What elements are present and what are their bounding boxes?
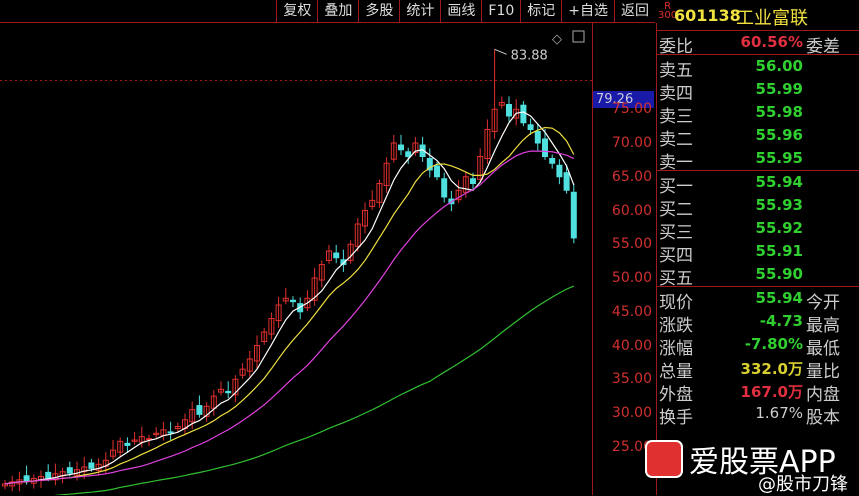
candle-body (470, 178, 476, 184)
buy-orders: 买一 55.94 买二 55.93 买三 55.92 买四 55.91 买五 55.90 (656, 171, 859, 289)
peak-pointer (494, 48, 507, 55)
candle-body (45, 471, 52, 479)
candle-body (570, 191, 577, 239)
price-axis-label: 30.00 (611, 405, 652, 421)
price-axis-label: 70.00 (611, 135, 652, 151)
candle-body (549, 158, 556, 164)
candle-body (290, 299, 296, 303)
price-axis-label: 40.00 (611, 337, 652, 354)
sell-row: 卖五 56.00 (659, 57, 803, 81)
candlestick-chart: 83.88 ◇ (0, 30, 592, 495)
candle-body (542, 138, 548, 157)
price-axis-label: 35.00 (611, 371, 652, 388)
candle-body (405, 151, 412, 157)
sell-row: 卖三 55.98 (659, 103, 803, 127)
price-axis: 79.26 75.00 70.00 65.00 60.00 55.00 50.00 45.0… (592, 23, 657, 495)
stats-row: 涨跌 -4.73 最高 (659, 312, 840, 336)
ma5-line (4, 111, 575, 485)
quote-stats: 现价 55.94 今开 涨跌 -4.73 最高 涨幅 -7.80% 最低 总量 332.0万 量比 外盘… (656, 287, 859, 428)
buy-row: 买五 55.90 (659, 265, 803, 289)
weibi-row: 委比 60.56% 委差 (656, 31, 859, 57)
candle-body (434, 165, 440, 178)
candle-body (88, 462, 95, 469)
ma20-line (4, 150, 575, 485)
candle-body (563, 172, 570, 191)
price-axis-label: 75.00 (611, 101, 652, 118)
price-axis-label: 45.00 (611, 303, 652, 320)
candle-body (441, 178, 448, 198)
stats-row: 外盘 167.0万 内盘 (659, 383, 840, 405)
price-axis-label: 60.00 (611, 202, 652, 219)
quote-panel: R 300 601138 工业富联 委比 60.56% 委差 卖五 56.00 卖四 55.… (656, 0, 859, 495)
candle-body (124, 442, 131, 446)
candle-body (520, 104, 527, 124)
candle-body (333, 252, 340, 259)
toolbar: 复权 叠加 多股 统计 画线 F10 标记 +自选 返回 (0, 0, 655, 23)
toolbar-button-2[interactable]: 多股 (358, 0, 399, 22)
toolbar-button-4[interactable]: 画线 (440, 0, 481, 22)
candle-body (506, 104, 512, 117)
sell-row: 卖一 55.95 (659, 149, 803, 173)
candle-body (196, 405, 203, 415)
candle-body (66, 467, 73, 474)
app-logo-icon (645, 440, 683, 478)
price-axis-label: 65.00 (611, 168, 652, 185)
ma10-line (4, 126, 575, 485)
candle-body (534, 131, 541, 144)
toolbar-button-3[interactable]: 统计 (399, 0, 440, 22)
toolbar-button-6[interactable]: 标记 (520, 0, 561, 22)
buy-row: 买四 55.91 (659, 242, 803, 266)
toolbar-button-8[interactable]: 返回 (614, 0, 655, 22)
stats-row: 换手 1.67% 股本 (659, 404, 840, 428)
toolbar-button-5[interactable]: F10 (481, 0, 520, 22)
toolbar-button-1[interactable]: 叠加 (317, 0, 358, 22)
diamond-icon: ◇ (552, 32, 562, 47)
price-axis-label: 55.00 (611, 236, 652, 253)
stock-title: R 300 601138 工业富联 (656, 0, 859, 31)
candle-body (225, 390, 232, 394)
buy-row: 买二 55.93 (659, 196, 803, 220)
sell-row: 卖四 55.99 (659, 80, 803, 104)
stats-row: 现价 55.94 今开 (659, 289, 840, 313)
sell-orders: 卖五 56.00 卖四 55.99 卖三 55.98 卖二 55.96 卖一 55.95 (656, 55, 859, 173)
stats-row: 涨幅 -7.80% 最低 (659, 335, 840, 359)
panel-toggle-icon[interactable] (572, 30, 585, 43)
candle-body (23, 475, 30, 482)
stock-code: 601138 (674, 6, 741, 25)
candle-body (527, 124, 534, 131)
toolbar-button-0[interactable]: 复权 (276, 0, 317, 22)
candle-body (398, 144, 404, 151)
watermark-handle: @股市刀锋 (758, 474, 848, 495)
buy-row: 买三 55.92 (659, 219, 803, 243)
price-axis-label: 50.00 (611, 270, 652, 286)
buy-row: 买一 55.94 (659, 173, 803, 197)
candle-body (167, 431, 174, 434)
candle-body (556, 164, 563, 178)
toolbar-button-7[interactable]: +自选 (561, 0, 614, 22)
peak-label: 83.88 (511, 48, 548, 63)
stats-row: 总量 332.0万 量比 (659, 360, 840, 382)
sell-row: 卖二 55.96 (659, 126, 803, 150)
stock-name: 工业富联 (736, 8, 808, 29)
